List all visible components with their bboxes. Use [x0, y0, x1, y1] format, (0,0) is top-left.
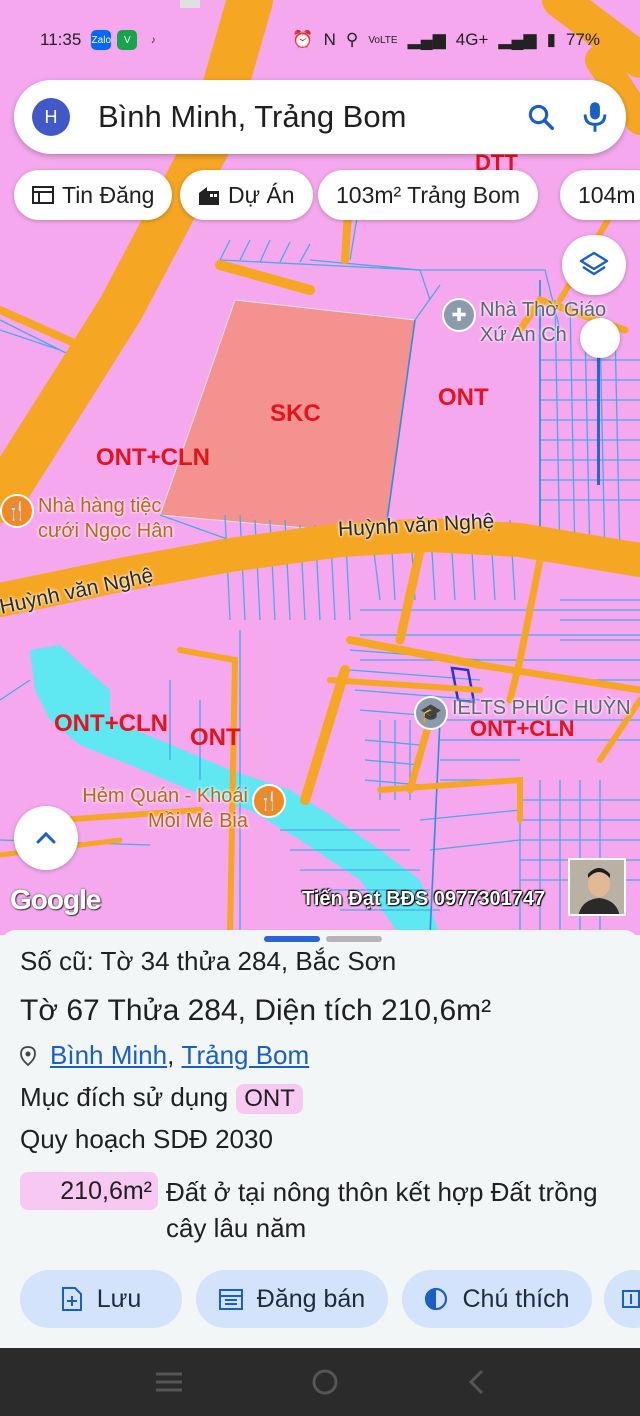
chip-label: 103m² Trảng Bom [336, 181, 521, 208]
expand-up-button[interactable] [14, 806, 78, 870]
district-link[interactable]: Trảng Bom [182, 1040, 310, 1071]
opacity-slider-handle[interactable] [580, 318, 620, 358]
half-circle-icon [425, 1287, 448, 1311]
parcel-location: Bình Minh, Trảng Bom [20, 1040, 309, 1071]
add-list-icon [622, 1290, 640, 1308]
account-avatar[interactable]: H [32, 98, 70, 136]
signal-icon-2: ▂▄▆ [498, 30, 537, 49]
more-action-button[interactable] [604, 1270, 640, 1328]
home-icon[interactable] [311, 1368, 339, 1396]
parcel-title: Tờ 67 Thửa 284, Diện tích 210,6m² [20, 994, 492, 1027]
poi-restaurant-label: Nhà hàng tiệc cưới Ngọc Hân [38, 495, 174, 542]
system-nav-bar [0, 1348, 640, 1416]
land-use-label: Mục đích sử dụng [20, 1082, 229, 1112]
google-logo: Google [10, 884, 101, 915]
poi-restaurant[interactable]: 🍴 Nhà hàng tiệc cưới Ngọc Hân [0, 494, 198, 544]
location-pin-icon [20, 1045, 36, 1066]
ward-link[interactable]: Bình Minh [50, 1040, 167, 1071]
search-input[interactable]: Bình Minh, Trảng Bom [98, 99, 526, 135]
chip-103m2[interactable]: 103m² Trảng Bom [318, 170, 539, 220]
chip-tin-dang[interactable]: Tin Đăng [14, 170, 173, 220]
location-separator: , [167, 1040, 182, 1070]
signal-icon: ▂▄▆ [407, 30, 446, 49]
add-doc-icon [61, 1287, 82, 1311]
restaurant-icon: 🍴 [252, 784, 286, 818]
battery-icon: ▮ [546, 30, 556, 49]
opacity-slider-track[interactable] [597, 340, 600, 485]
zone-label-ont-bottom: ONT [190, 724, 241, 751]
legend-button[interactable]: Chú thích [402, 1270, 592, 1328]
poi-ielts[interactable]: 🎓 IELTS PHÚC HUỲN [414, 696, 631, 730]
land-use-row: Mục đích sử dụng ONT [20, 1082, 303, 1114]
post-for-sale-button[interactable]: Đăng bán [196, 1270, 388, 1328]
tiktok-icon: ♪ [150, 34, 156, 46]
volte-label: VoLTE [368, 34, 398, 46]
v-app-icon: V [117, 30, 138, 50]
search-icon[interactable] [526, 102, 556, 132]
chip-label: 104m [578, 181, 636, 208]
zone-label-skc: SKC [270, 400, 321, 427]
poi-ielts-label: IELTS PHÚC HUỲN [452, 697, 631, 719]
filter-chips: Tin Đăng Dự Án 103m² Trảng Bom 104m [0, 170, 640, 222]
microphone-icon[interactable] [582, 101, 608, 133]
old-parcel-id: Số cũ: Tờ 34 thửa 284, Bắc Sơn [20, 946, 397, 976]
post-for-sale-label: Đăng bán [256, 1284, 366, 1313]
zone-label-ont-top: ONT [438, 384, 489, 411]
zone-label-ont-cln-bottom: ONT+CLN [54, 710, 168, 737]
land-use-badge: ONT [236, 1084, 303, 1114]
status-bar: 11:35 Zalo V ♪ ⏰ N ⚲ VoLTE ▂▄▆ 4G+ ▂▄▆ ▮… [0, 22, 640, 58]
calendar-icon [218, 1289, 243, 1310]
save-button[interactable]: Lưu [20, 1270, 182, 1328]
sheet-drag-handle[interactable] [264, 936, 382, 942]
alarm-icon: ⏰ [292, 30, 314, 49]
action-bar: Lưu Đăng bán Chú thích [0, 1270, 640, 1328]
land-purpose-description: Đất ở tại nông thôn kết hợp Đất trồng câ… [166, 1177, 598, 1243]
chip-104m[interactable]: 104m [560, 170, 640, 220]
nfc-icon: N [323, 30, 336, 49]
zone-label-ont-cln-left: ONT+CLN [96, 444, 210, 471]
layers-icon [579, 251, 609, 276]
chip-label: Dự Án [228, 181, 295, 208]
profile-photo [568, 858, 626, 916]
battery-level: 77% [565, 30, 600, 49]
watermark-text: Tiến Đạt BĐS 0977301747 [302, 888, 546, 910]
network-type: 4G+ [455, 30, 489, 49]
location-icon: ⚲ [345, 30, 359, 49]
zalo-icon: Zalo [91, 30, 112, 50]
poi-eatery[interactable]: 🍴 Hẻm Quán - Khoái Mồi Mê Bia [60, 784, 286, 834]
search-bar[interactable]: H Bình Minh, Trảng Bom [14, 80, 626, 154]
restaurant-icon: 🍴 [0, 494, 34, 528]
school-icon: 🎓 [414, 696, 448, 730]
cross-icon: ✚ [442, 298, 476, 332]
chip-du-an[interactable]: Dự Án [180, 170, 313, 220]
recent-apps-icon[interactable] [154, 1370, 184, 1394]
map-view[interactable]: SKC ONT ONT+CLN ONT+CLN ONT ONT+CLN DTT … [0, 0, 640, 935]
listing-icon [32, 186, 54, 204]
save-button-label: Lưu [96, 1284, 142, 1313]
chip-label: Tin Đăng [62, 181, 155, 208]
poi-eatery-label: Hẻm Quán - Khoái Mồi Mê Bia [82, 785, 248, 832]
legend-button-label: Chú thích [462, 1284, 570, 1313]
building-icon [199, 187, 219, 205]
chevron-up-icon [36, 831, 56, 844]
plan-label: Quy hoạch SDĐ 2030 [20, 1124, 273, 1154]
area-badge: 210,6m² [20, 1172, 158, 1210]
back-icon[interactable] [466, 1368, 486, 1396]
layers-button[interactable] [562, 235, 626, 295]
status-time: 11:35 [40, 30, 82, 49]
